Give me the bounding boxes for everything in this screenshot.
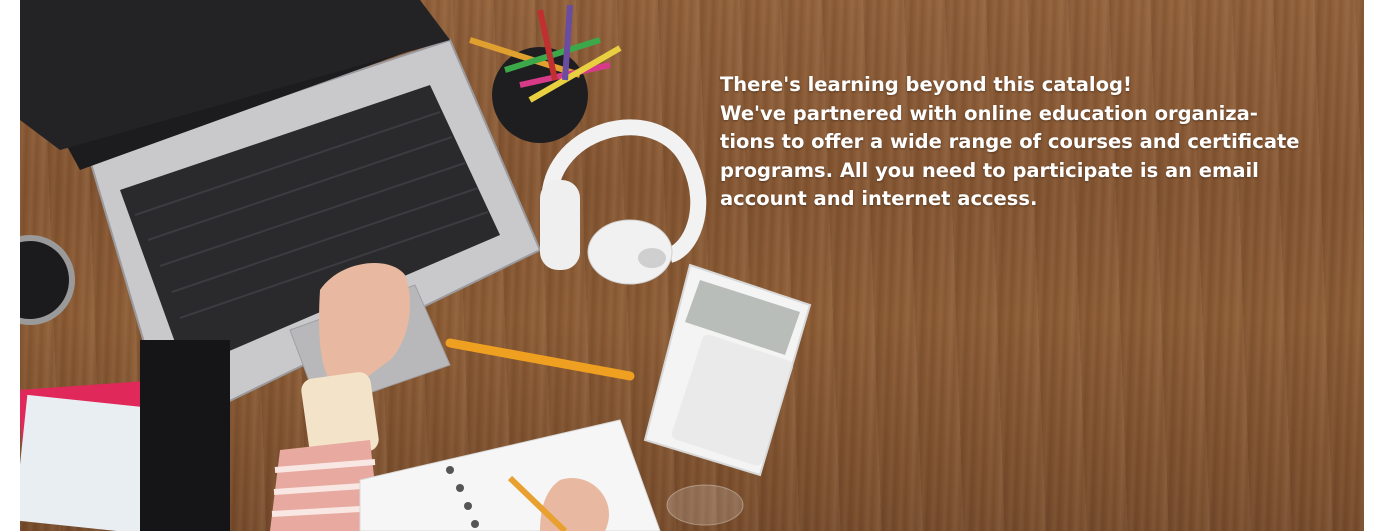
promo-banner: There's learning beyond this catalog! We…	[20, 0, 1364, 531]
glass-image	[666, 484, 744, 526]
banner-body-line-2: tions to offer a wide range of courses a…	[720, 130, 1300, 153]
banner-body-line-3: programs. All you need to participate is…	[720, 158, 1259, 182]
banner-message: There's learning beyond this catalog! We…	[720, 71, 1364, 214]
banner-heading: There's learning beyond this catalog!	[720, 73, 1132, 96]
banner-body-line-1: We've partnered with online education or…	[720, 101, 1258, 125]
banner-body-line-4: account and internet access.	[720, 187, 1038, 210]
